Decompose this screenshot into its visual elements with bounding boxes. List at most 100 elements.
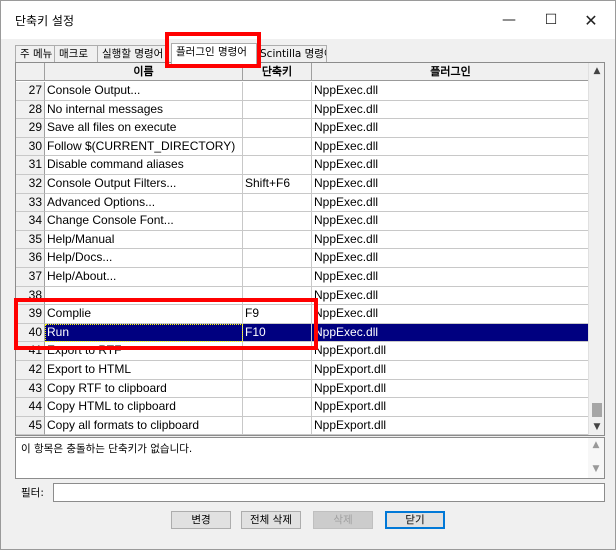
table-scrollbar[interactable]: ▲ ▼ — [588, 63, 604, 435]
row-number[interactable]: 32 — [16, 174, 45, 194]
tab-scintilla-commands[interactable]: Scintilla 명령어 — [255, 45, 327, 63]
close-window-button[interactable]: ✕ — [569, 1, 613, 39]
filter-input[interactable] — [53, 483, 605, 502]
row-name[interactable]: Run — [45, 323, 243, 343]
row-shortcut[interactable] — [243, 286, 312, 306]
row-name[interactable]: Change Console Font... — [45, 212, 243, 231]
info-scrollbar[interactable]: ▲ ▼ — [588, 438, 604, 478]
row-shortcut[interactable] — [243, 193, 312, 213]
row-name[interactable]: Save all files on execute — [45, 119, 243, 138]
row-plugin[interactable]: NppExec.dll — [312, 323, 590, 343]
row-plugin[interactable]: NppExec.dll — [312, 305, 590, 324]
row-name[interactable] — [45, 286, 243, 306]
modify-button[interactable]: 변경 — [171, 511, 231, 529]
row-number[interactable]: 45 — [16, 416, 45, 435]
row-plugin[interactable]: NppExport.dll — [312, 342, 590, 361]
table-row[interactable]: 39 Complie F9 NppExec.dll — [16, 305, 590, 324]
row-shortcut[interactable]: F10 — [243, 323, 312, 343]
scroll-up-icon[interactable]: ▲ — [589, 63, 604, 79]
row-name[interactable]: Help/Docs... — [45, 249, 243, 268]
row-name[interactable]: No internal messages — [45, 100, 243, 120]
row-plugin[interactable]: NppExec.dll — [312, 174, 590, 194]
row-name[interactable]: Follow $(CURRENT_DIRECTORY) — [45, 137, 243, 157]
tab-run-commands[interactable]: 실행할 명령어 — [97, 45, 169, 63]
row-name[interactable]: Console Output Filters... — [45, 174, 243, 194]
row-number[interactable]: 27 — [16, 82, 45, 101]
scroll-down-icon[interactable]: ▼ — [589, 419, 604, 435]
row-plugin[interactable]: NppExec.dll — [312, 100, 590, 120]
row-name[interactable]: Help/About... — [45, 267, 243, 287]
row-shortcut[interactable]: Shift+F6 — [243, 174, 312, 194]
row-shortcut[interactable] — [243, 416, 312, 435]
maximize-button[interactable]: ☐ — [529, 1, 573, 39]
row-name[interactable]: Console Output... — [45, 82, 243, 101]
clear-all-button[interactable]: 전체 삭제 — [241, 511, 301, 529]
table-row[interactable]: 41 Export to RTF NppExport.dll — [16, 342, 590, 361]
delete-button[interactable]: 삭제 — [313, 511, 373, 529]
row-plugin[interactable]: NppExec.dll — [312, 249, 590, 268]
row-plugin[interactable]: NppExec.dll — [312, 119, 590, 138]
header-name[interactable]: 이름 — [45, 63, 243, 81]
table-row[interactable]: 36 Help/Docs... NppExec.dll — [16, 249, 590, 268]
row-plugin[interactable]: NppExport.dll — [312, 360, 590, 380]
row-plugin[interactable]: NppExec.dll — [312, 193, 590, 213]
table-row[interactable]: 32 Console Output Filters... Shift+F6 NppEx… — [16, 174, 590, 194]
info-scroll-down-icon[interactable]: ▼ — [588, 464, 604, 474]
row-plugin[interactable]: NppExec.dll — [312, 82, 590, 101]
row-number[interactable]: 42 — [16, 360, 45, 380]
row-number[interactable]: 30 — [16, 137, 45, 157]
row-plugin[interactable]: NppExec.dll — [312, 156, 590, 175]
table-row[interactable]: 34 Change Console Font... NppExec.dll — [16, 212, 590, 231]
row-plugin[interactable]: NppExport.dll — [312, 416, 590, 435]
row-shortcut[interactable] — [243, 156, 312, 175]
table-row[interactable]: 44 Copy HTML to clipboard NppExport.dll — [16, 398, 590, 417]
table-row[interactable]: 28 No internal messages NppExec.dll — [16, 100, 590, 120]
row-number[interactable]: 41 — [16, 342, 45, 361]
row-plugin[interactable]: NppExec.dll — [312, 212, 590, 231]
row-shortcut[interactable] — [243, 212, 312, 231]
row-number[interactable]: 35 — [16, 230, 45, 250]
tab-plugin-commands[interactable]: 플러그인 명령어 — [171, 43, 257, 64]
row-name[interactable]: Copy all formats to clipboard — [45, 416, 243, 435]
row-shortcut[interactable] — [243, 82, 312, 101]
shortcut-table[interactable]: 이름 단축키 플러그인 27 Console Output... NppExec.d… — [15, 62, 605, 436]
row-number[interactable]: 37 — [16, 267, 45, 287]
row-name[interactable]: Advanced Options... — [45, 193, 243, 213]
row-number[interactable]: 38 — [16, 286, 45, 306]
row-shortcut[interactable] — [243, 342, 312, 361]
minimize-button[interactable]: — — [487, 1, 531, 39]
table-row[interactable]: 35 Help/Manual NppExec.dll — [16, 230, 590, 250]
row-shortcut[interactable] — [243, 230, 312, 250]
row-name[interactable]: Export to HTML — [45, 360, 243, 380]
row-plugin[interactable]: NppExport.dll — [312, 379, 590, 399]
row-number[interactable]: 40 — [16, 323, 45, 343]
table-row[interactable]: 30 Follow $(CURRENT_DIRECTORY) NppExec.dll — [16, 137, 590, 157]
table-row[interactable]: 33 Advanced Options... NppExec.dll — [16, 193, 590, 213]
row-shortcut[interactable] — [243, 398, 312, 417]
row-plugin[interactable]: NppExport.dll — [312, 398, 590, 417]
info-scroll-up-icon[interactable]: ▲ — [588, 440, 604, 450]
row-number[interactable]: 34 — [16, 212, 45, 231]
row-shortcut[interactable] — [243, 137, 312, 157]
row-number[interactable]: 31 — [16, 156, 45, 175]
row-name[interactable]: Help/Manual — [45, 230, 243, 250]
row-name[interactable]: Copy RTF to clipboard — [45, 379, 243, 399]
table-row[interactable]: 42 Export to HTML NppExport.dll — [16, 360, 590, 380]
row-name[interactable]: Copy HTML to clipboard — [45, 398, 243, 417]
row-name[interactable]: Complie — [45, 305, 243, 324]
row-shortcut[interactable] — [243, 119, 312, 138]
row-number[interactable]: 36 — [16, 249, 45, 268]
row-number[interactable]: 39 — [16, 305, 45, 324]
row-shortcut[interactable] — [243, 249, 312, 268]
row-plugin[interactable]: NppExec.dll — [312, 267, 590, 287]
table-row[interactable]: 40 Run F10 NppExec.dll — [16, 323, 590, 343]
close-button[interactable]: 닫기 — [385, 511, 445, 529]
table-row[interactable]: 27 Console Output... NppExec.dll — [16, 82, 590, 101]
tab-main-menu[interactable]: 주 메뉴 — [15, 45, 55, 63]
table-row[interactable]: 38 NppExec.dll — [16, 286, 590, 306]
row-shortcut[interactable] — [243, 379, 312, 399]
header-shortcut[interactable]: 단축키 — [243, 63, 312, 81]
table-row[interactable]: 29 Save all files on execute NppExec.dll — [16, 119, 590, 138]
table-row[interactable]: 43 Copy RTF to clipboard NppExport.dll — [16, 379, 590, 399]
row-name[interactable]: Export to RTF — [45, 342, 243, 361]
